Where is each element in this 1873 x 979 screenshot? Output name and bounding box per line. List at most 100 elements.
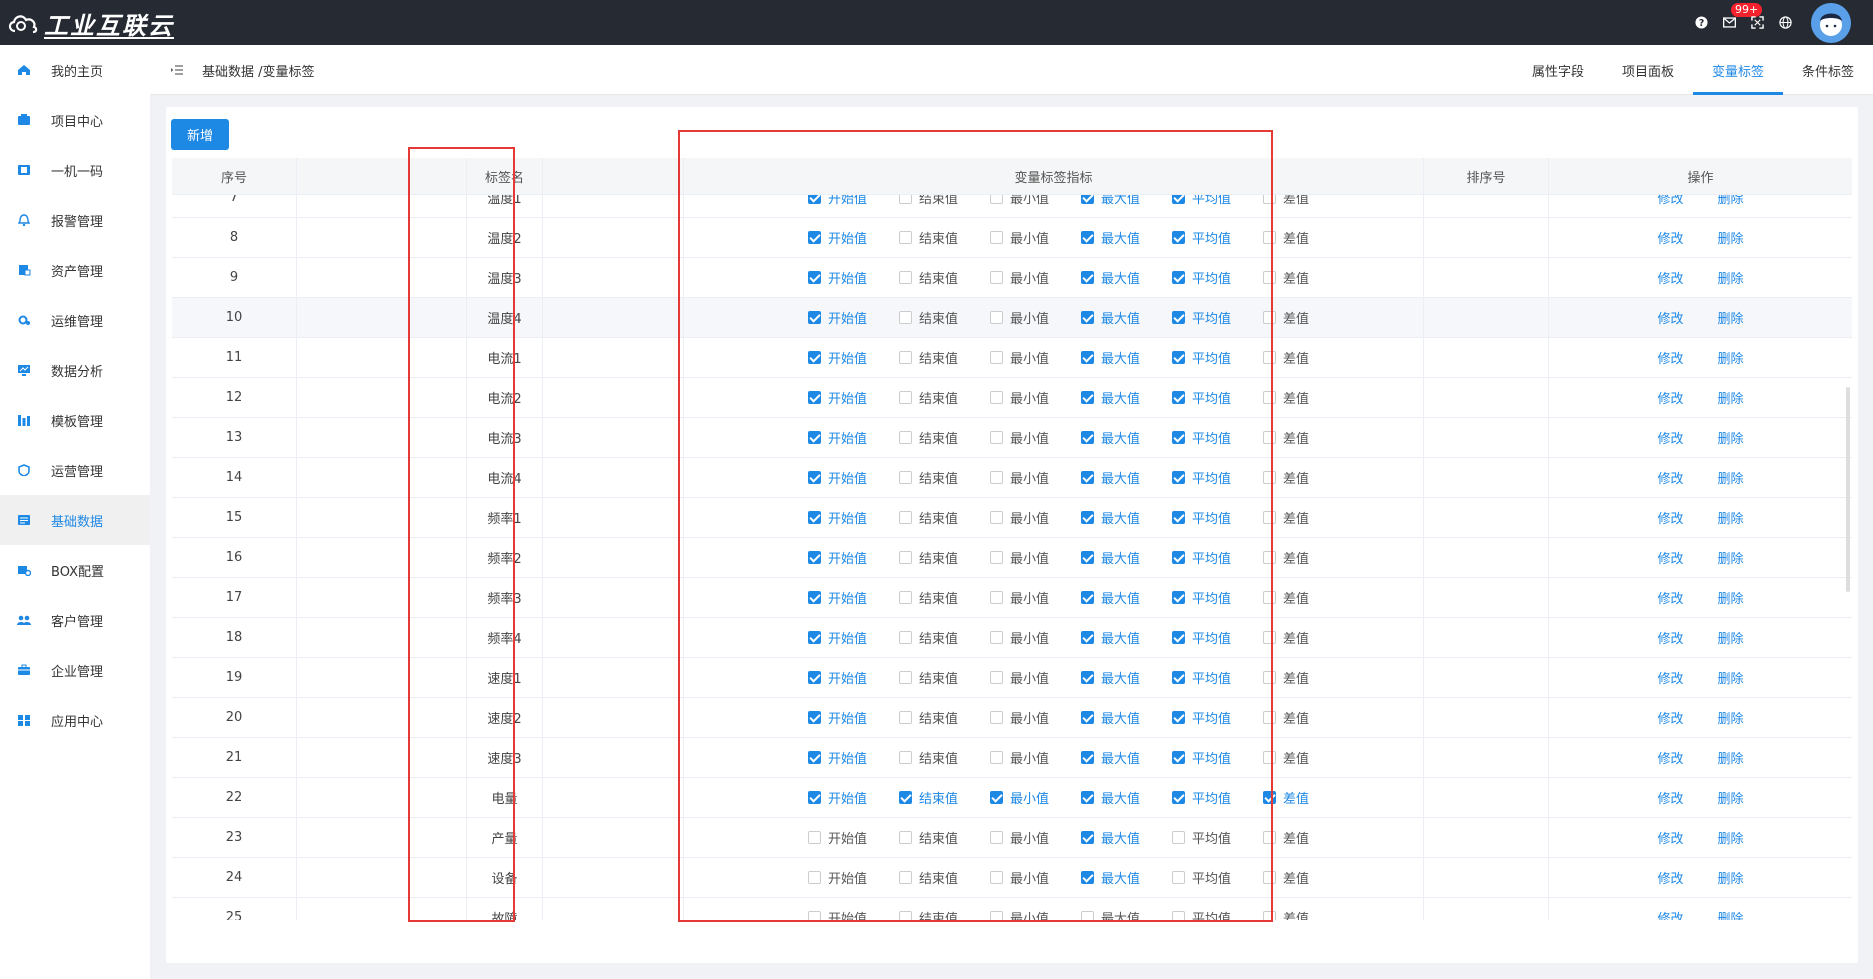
tab-2[interactable]: 变量标签: [1693, 45, 1783, 95]
indicator-checkbox[interactable]: 差值: [1263, 308, 1354, 327]
checkbox-box[interactable]: [1263, 711, 1276, 724]
edit-link[interactable]: 修改: [1657, 828, 1683, 847]
indicator-checkbox[interactable]: 差值: [1263, 668, 1354, 687]
checkbox-box[interactable]: [1081, 271, 1094, 284]
indicator-checkbox[interactable]: 开始值: [808, 588, 899, 607]
edit-link[interactable]: 修改: [1657, 468, 1683, 487]
checkbox-box[interactable]: [899, 751, 912, 764]
checkbox-box[interactable]: [899, 231, 912, 244]
indicator-checkbox[interactable]: 开始值: [808, 468, 899, 487]
indicator-checkbox[interactable]: 差值: [1263, 468, 1354, 487]
checkbox-box[interactable]: [808, 391, 821, 404]
sidebar-item-10[interactable]: BOX配置: [0, 545, 150, 595]
indicator-checkbox[interactable]: 平均值: [1172, 708, 1263, 727]
delete-link[interactable]: 删除: [1718, 588, 1744, 607]
checkbox-box[interactable]: [990, 671, 1003, 684]
indicator-checkbox[interactable]: 最小值: [990, 828, 1081, 847]
indicator-checkbox[interactable]: 开始值: [808, 748, 899, 767]
checkbox-box[interactable]: [1081, 591, 1094, 604]
delete-link[interactable]: 删除: [1718, 908, 1744, 920]
indicator-checkbox[interactable]: 最小值: [990, 508, 1081, 527]
checkbox-box[interactable]: [1081, 631, 1094, 644]
sidebar-item-13[interactable]: 应用中心: [0, 695, 150, 745]
indicator-checkbox[interactable]: 差值: [1263, 508, 1354, 527]
checkbox-box[interactable]: [808, 271, 821, 284]
indicator-checkbox[interactable]: 差值: [1263, 908, 1354, 920]
indicator-checkbox[interactable]: 平均值: [1172, 348, 1263, 367]
sidebar-item-8[interactable]: 运营管理: [0, 445, 150, 495]
indicator-checkbox[interactable]: 最大值: [1081, 548, 1172, 567]
indicator-checkbox[interactable]: 开始值: [808, 708, 899, 727]
checkbox-box[interactable]: [1081, 511, 1094, 524]
checkbox-box[interactable]: [808, 231, 821, 244]
checkbox-box[interactable]: [899, 791, 912, 804]
sidebar-item-4[interactable]: 资产管理: [0, 245, 150, 295]
indicator-checkbox[interactable]: 最大值: [1081, 508, 1172, 527]
indicator-checkbox[interactable]: 差值: [1263, 828, 1354, 847]
edit-link[interactable]: 修改: [1657, 308, 1683, 327]
indicator-checkbox[interactable]: 差值: [1263, 708, 1354, 727]
indicator-checkbox[interactable]: 开始值: [808, 668, 899, 687]
add-button[interactable]: 新增: [171, 119, 229, 150]
checkbox-box[interactable]: [1263, 431, 1276, 444]
checkbox-box[interactable]: [808, 871, 821, 884]
tab-1[interactable]: 项目面板: [1603, 45, 1693, 95]
edit-link[interactable]: 修改: [1657, 748, 1683, 767]
sidebar-item-0[interactable]: 我的主页: [0, 45, 150, 95]
checkbox-box[interactable]: [1263, 591, 1276, 604]
checkbox-box[interactable]: [808, 471, 821, 484]
indicator-checkbox[interactable]: 结束值: [899, 628, 990, 647]
checkbox-box[interactable]: [1263, 791, 1276, 804]
help-button[interactable]: ?: [1687, 0, 1715, 45]
indicator-checkbox[interactable]: 平均值: [1172, 668, 1263, 687]
language-button[interactable]: [1771, 0, 1799, 45]
tab-0[interactable]: 属性字段: [1513, 45, 1603, 95]
checkbox-box[interactable]: [1172, 871, 1185, 884]
checkbox-box[interactable]: [990, 391, 1003, 404]
checkbox-box[interactable]: [1081, 471, 1094, 484]
delete-link[interactable]: 删除: [1718, 868, 1744, 887]
delete-link[interactable]: 删除: [1718, 428, 1744, 447]
checkbox-box[interactable]: [1081, 231, 1094, 244]
delete-link[interactable]: 删除: [1718, 268, 1744, 287]
indicator-checkbox[interactable]: 结束值: [899, 228, 990, 247]
indicator-checkbox[interactable]: 开始值: [808, 868, 899, 887]
indicator-checkbox[interactable]: 结束值: [899, 428, 990, 447]
indicator-checkbox[interactable]: 平均值: [1172, 308, 1263, 327]
delete-link[interactable]: 删除: [1718, 828, 1744, 847]
checkbox-box[interactable]: [1081, 311, 1094, 324]
checkbox-box[interactable]: [808, 351, 821, 364]
checkbox-box[interactable]: [899, 871, 912, 884]
checkbox-box[interactable]: [1263, 751, 1276, 764]
indicator-checkbox[interactable]: 结束值: [899, 708, 990, 727]
checkbox-box[interactable]: [1172, 511, 1185, 524]
indicator-checkbox[interactable]: 结束值: [899, 788, 990, 807]
indicator-checkbox[interactable]: 最小值: [990, 228, 1081, 247]
indicator-checkbox[interactable]: 开始值: [808, 548, 899, 567]
indicator-checkbox[interactable]: 平均值: [1172, 428, 1263, 447]
sidebar-item-12[interactable]: 企业管理: [0, 645, 150, 695]
checkbox-box[interactable]: [899, 831, 912, 844]
checkbox-box[interactable]: [1263, 351, 1276, 364]
indicator-checkbox[interactable]: 结束值: [899, 348, 990, 367]
checkbox-box[interactable]: [899, 311, 912, 324]
indicator-checkbox[interactable]: 最小值: [990, 348, 1081, 367]
checkbox-box[interactable]: [990, 551, 1003, 564]
checkbox-box[interactable]: [1172, 831, 1185, 844]
checkbox-box[interactable]: [990, 471, 1003, 484]
delete-link[interactable]: 删除: [1718, 388, 1744, 407]
indicator-checkbox[interactable]: 最大值: [1081, 708, 1172, 727]
indicator-checkbox[interactable]: 最大值: [1081, 468, 1172, 487]
indicator-checkbox[interactable]: 最小值: [990, 628, 1081, 647]
checkbox-box[interactable]: [1172, 471, 1185, 484]
indicator-checkbox[interactable]: 最小值: [990, 708, 1081, 727]
indicator-checkbox[interactable]: 最大值: [1081, 748, 1172, 767]
checkbox-box[interactable]: [1263, 311, 1276, 324]
checkbox-box[interactable]: [1081, 671, 1094, 684]
edit-link[interactable]: 修改: [1657, 668, 1683, 687]
checkbox-box[interactable]: [899, 511, 912, 524]
table-scrollbar[interactable]: [1846, 387, 1850, 592]
indicator-checkbox[interactable]: 最大值: [1081, 348, 1172, 367]
delete-link[interactable]: 删除: [1718, 348, 1744, 367]
checkbox-box[interactable]: [1172, 791, 1185, 804]
